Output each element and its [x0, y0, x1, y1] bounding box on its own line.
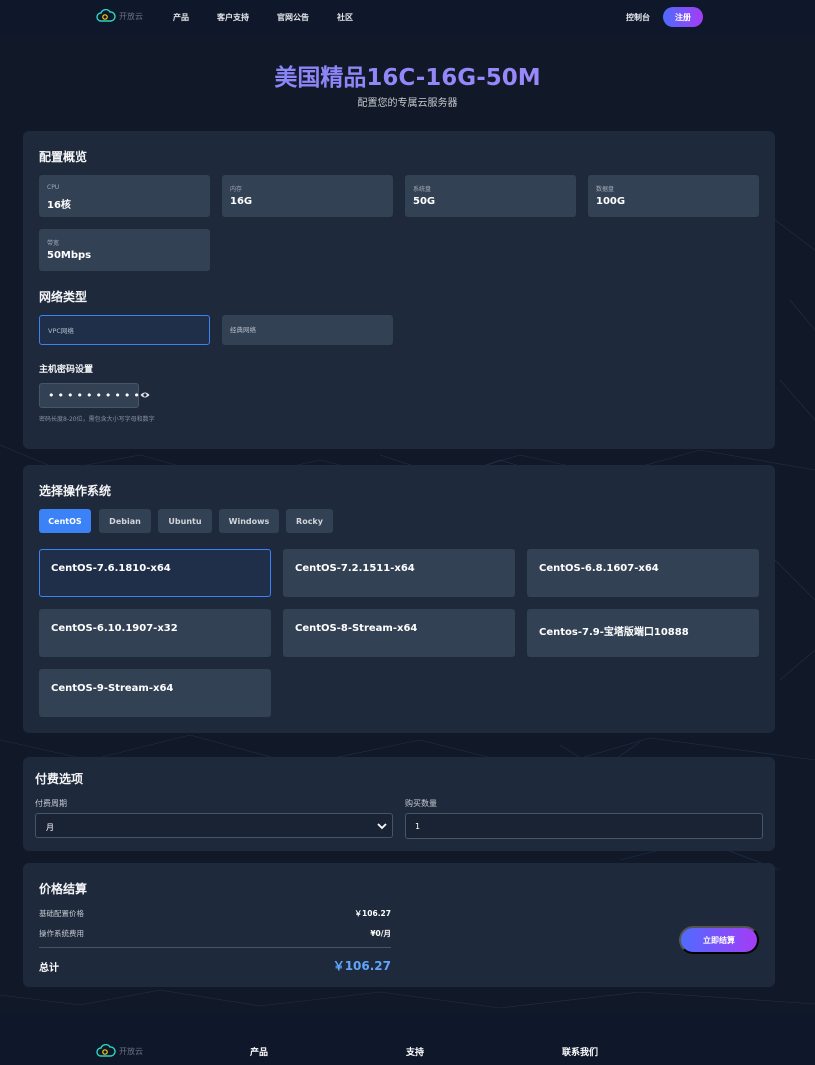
os-fee-value: ¥0/月 [370, 929, 391, 938]
footer-col-products[interactable]: 产品 [250, 1045, 268, 1058]
footer: 开放云 产品 支持 联系我们 [0, 1012, 815, 1065]
cloud-logo-icon [96, 1044, 116, 1057]
spec-system-disk: 系统盘 50G [405, 175, 576, 217]
period-label: 付费周期 [35, 799, 67, 808]
spec-bandwidth: 带宽 50Mbps [39, 229, 210, 271]
footer-logo[interactable]: 开放云 [96, 1044, 143, 1058]
os-version-option[interactable]: CentOS-8-Stream-x64 [283, 609, 515, 657]
period-select[interactable]: 月 [35, 813, 393, 838]
total-label: 总计 [39, 963, 59, 974]
billing-title: 付费选项 [35, 772, 84, 786]
spec-cpu: CPU 16核 [39, 175, 210, 217]
footer-logo-text: 开放云 [119, 1046, 143, 1056]
checkout-button[interactable]: 立即结算 [679, 926, 759, 954]
spec-label: 系统盘 [413, 186, 432, 193]
password-hint: 密码长度8-20位，需包含大小写字母和数字 [39, 416, 155, 423]
tab-ubuntu[interactable]: Ubuntu [158, 509, 212, 533]
page-title: 美国精品16C-16G-50M [0, 58, 815, 92]
spec-value: 100G [596, 196, 626, 207]
nav-item-products[interactable]: 产品 [173, 12, 189, 23]
base-price-label: 基础配置价格 [39, 909, 84, 918]
nav-item-announcements[interactable]: 官网公告 [277, 12, 309, 23]
total-value: ￥106.27 [332, 959, 391, 973]
spec-label: 带宽 [47, 240, 60, 247]
price-title: 价格结算 [39, 882, 88, 896]
eye-icon[interactable] [140, 391, 150, 399]
network-option-classic[interactable]: 经典网络 [222, 315, 393, 345]
main-nav: 产品 客户支持 官网公告 社区 [173, 12, 381, 23]
network-type-title: 网络类型 [39, 290, 88, 304]
register-button[interactable]: 注册 [663, 7, 703, 27]
quantity-input[interactable]: 1 [405, 813, 763, 839]
footer-col-contact[interactable]: 联系我们 [562, 1045, 598, 1058]
spec-label: CPU [47, 184, 60, 191]
base-price-value: ￥106.27 [354, 909, 391, 918]
base-price-row: 基础配置价格 ￥106.27 [39, 908, 391, 919]
tab-windows[interactable]: Windows [219, 509, 279, 533]
os-version-option[interactable]: CentOS-6.10.1907-x32 [39, 609, 271, 657]
network-option-vpc[interactable]: VPC网络 [39, 315, 210, 345]
nav-item-community[interactable]: 社区 [337, 12, 353, 23]
console-link[interactable]: 控制台 [626, 12, 650, 23]
os-version-option[interactable]: Centos-7.9-宝塔版端口10888 [527, 609, 759, 657]
period-select-value: 月 [46, 823, 54, 832]
quantity-label: 购买数量 [405, 799, 437, 808]
page-subtitle: 配置您的专属云服务器 [357, 98, 458, 109]
logo-text: 开放云 [119, 11, 143, 21]
chevron-down-icon [377, 823, 387, 830]
tab-rocky[interactable]: Rocky [286, 509, 333, 533]
spec-label: 内存 [230, 186, 243, 193]
os-version-option[interactable]: CentOS-9-Stream-x64 [39, 669, 271, 717]
footer-col-support[interactable]: 支持 [406, 1045, 424, 1058]
cloud-logo-icon [96, 9, 116, 22]
spec-label: 数据盘 [596, 186, 615, 193]
spec-value: 50G [413, 196, 436, 207]
os-version-option[interactable]: CentOS-7.6.1810-x64 [39, 549, 271, 597]
spec-memory: 内存 16G [222, 175, 393, 217]
spec-value: 50Mbps [47, 250, 92, 261]
logo[interactable]: 开放云 [96, 9, 143, 23]
price-card [23, 863, 775, 987]
spec-value: 16G [230, 196, 253, 207]
password-input[interactable]: •••••••••• [39, 383, 140, 408]
password-title: 主机密码设置 [39, 365, 94, 375]
tab-centos[interactable]: CentOS [39, 509, 91, 533]
nav-item-support[interactable]: 客户支持 [217, 12, 249, 23]
config-title: 配置概览 [39, 150, 88, 164]
tab-debian[interactable]: Debian [99, 509, 151, 533]
os-fee-row: 操作系统费用 ¥0/月 [39, 928, 391, 939]
os-title: 选择操作系统 [39, 484, 112, 498]
os-version-option[interactable]: CentOS-7.2.1511-x64 [283, 549, 515, 597]
os-version-option[interactable]: CentOS-6.8.1607-x64 [527, 549, 759, 597]
os-fee-label: 操作系统费用 [39, 929, 84, 938]
top-navbar: 开放云 产品 客户支持 官网公告 社区 控制台 注册 [0, 0, 815, 36]
price-divider [39, 947, 391, 948]
spec-value: 16核 [47, 200, 71, 211]
spec-data-disk: 数据盘 100G [588, 175, 759, 217]
